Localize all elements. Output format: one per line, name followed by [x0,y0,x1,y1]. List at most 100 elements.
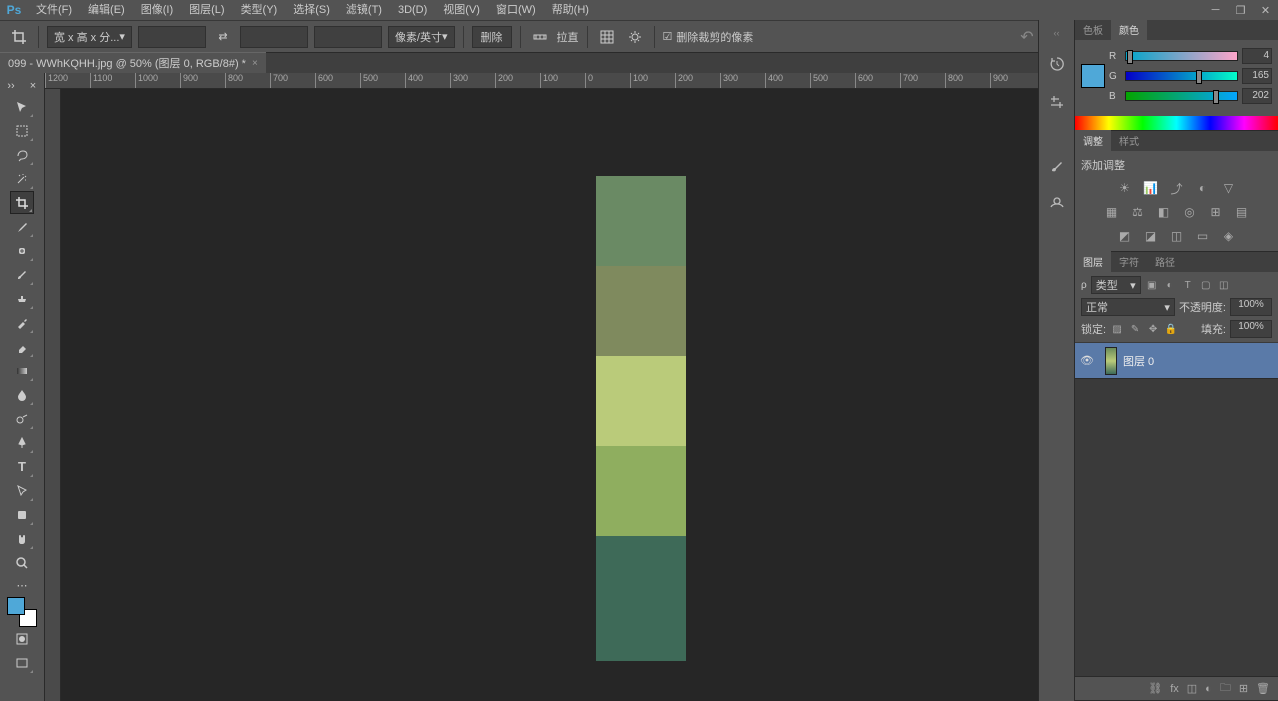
brush-tool[interactable] [10,263,34,286]
menu-type[interactable]: 类型(Y) [233,0,286,20]
clone-stamp-tool[interactable] [10,287,34,310]
shape-tool[interactable] [10,503,34,526]
b-value[interactable]: 202 [1242,88,1272,104]
brightness-icon[interactable]: ☀ [1115,179,1135,197]
link-layers-icon[interactable]: ⛓ [1148,682,1162,695]
curves-icon[interactable]: ⤴ [1167,179,1187,197]
menu-image[interactable]: 图像(I) [133,0,181,20]
maximize-button[interactable]: ❐ [1228,0,1253,20]
threshold-icon[interactable]: ◫ [1167,227,1187,245]
overlay-options-icon[interactable] [596,26,618,48]
tool-tabs-right[interactable]: × [22,77,44,95]
magic-wand-tool[interactable] [10,167,34,190]
layer-thumbnail[interactable] [1105,347,1117,375]
vibrance-icon[interactable]: ▽ [1219,179,1239,197]
lock-position-icon[interactable]: ✥ [1146,322,1160,336]
color-swatches[interactable] [7,597,37,627]
g-value[interactable]: 165 [1242,68,1272,84]
foreground-color[interactable] [7,597,25,615]
menu-view[interactable]: 视图(V) [435,0,488,20]
swap-dimensions-icon[interactable]: ⇄ [212,26,234,48]
fill-input[interactable]: 100% [1230,320,1272,338]
clear-button[interactable]: 删除 [472,26,512,48]
filter-adjustment-icon[interactable]: ◐ [1163,278,1177,292]
eyedropper-tool[interactable] [10,215,34,238]
menu-edit[interactable]: 编辑(E) [80,0,133,20]
lock-all-icon[interactable]: 🔒 [1164,322,1178,336]
visibility-toggle[interactable]: 👁 [1075,354,1099,367]
layer-group-icon[interactable]: 🗀 [1220,679,1231,698]
edit-toolbar-icon[interactable]: ⋯ [10,578,34,592]
exposure-icon[interactable]: ◐ [1193,179,1213,197]
dodge-tool[interactable] [10,407,34,430]
blend-mode-dropdown[interactable]: 正常▾ [1081,298,1175,316]
eraser-tool[interactable] [10,335,34,358]
styles-tab[interactable]: 样式 [1111,130,1147,151]
resolution-unit-dropdown[interactable]: 像素/英寸▾ [388,26,455,48]
marquee-tool[interactable] [10,119,34,142]
lock-pixels-icon[interactable]: ✎ [1128,322,1142,336]
color-lookup-icon[interactable]: ▤ [1232,203,1252,221]
crop-tool-icon[interactable] [8,26,30,48]
adjustment-layer-icon[interactable]: ◐ [1205,683,1212,695]
adjustments-tab[interactable]: 调整 [1075,130,1111,151]
filter-smart-icon[interactable]: ◫ [1217,278,1231,292]
new-layer-icon[interactable]: ⊞ [1239,682,1248,695]
type-tool[interactable]: T [10,455,34,478]
bw-icon[interactable]: ◧ [1154,203,1174,221]
path-selection-tool[interactable] [10,479,34,502]
crop-preset-dropdown[interactable]: 宽 x 高 x 分...▾ [47,26,132,48]
zoom-tool[interactable] [10,551,34,574]
pen-tool[interactable] [10,431,34,454]
invert-icon[interactable]: ◩ [1115,227,1135,245]
hue-icon[interactable]: ▦ [1102,203,1122,221]
color-spectrum[interactable] [1075,116,1278,130]
layer-row[interactable]: 👁 图层 0 [1075,343,1278,379]
menu-filter[interactable]: 滤镜(T) [338,0,390,20]
close-button[interactable]: ✕ [1253,0,1278,20]
menu-select[interactable]: 选择(S) [285,0,338,20]
r-value[interactable]: 4 [1242,48,1272,64]
b-slider[interactable] [1125,91,1238,101]
layer-name[interactable]: 图层 0 [1123,353,1154,369]
crop-resolution-input[interactable] [314,26,382,48]
filter-type-icon[interactable]: T [1181,278,1195,292]
layers-tab[interactable]: 图层 [1075,251,1111,272]
menu-help[interactable]: 帮助(H) [544,0,597,20]
healing-brush-tool[interactable] [10,239,34,262]
lock-transparent-icon[interactable]: ▨ [1110,322,1124,336]
opacity-input[interactable]: 100% [1230,298,1272,316]
history-brush-tool[interactable] [10,311,34,334]
brush-panel-icon[interactable] [1045,154,1069,178]
color-balance-icon[interactable]: ⚖ [1128,203,1148,221]
straighten-icon[interactable] [529,26,551,48]
menu-file[interactable]: 文件(F) [28,0,80,20]
screen-mode-icon[interactable] [10,651,34,674]
r-slider[interactable] [1125,51,1238,61]
minimize-button[interactable]: ─ [1203,0,1228,20]
filter-shape-icon[interactable]: ▢ [1199,278,1213,292]
blur-tool[interactable] [10,383,34,406]
close-tab-icon[interactable]: × [252,58,258,69]
filter-pixel-icon[interactable]: ▣ [1145,278,1159,292]
photo-filter-icon[interactable]: ◎ [1180,203,1200,221]
history-panel-icon[interactable] [1045,52,1069,76]
gradient-tool[interactable] [10,359,34,382]
swatches-tab[interactable]: 色板 [1075,19,1111,40]
reset-icon[interactable]: ↶ [1016,26,1038,48]
crop-height-input[interactable] [240,26,308,48]
lasso-tool[interactable] [10,143,34,166]
crop-tool[interactable] [10,191,34,214]
canvas[interactable] [61,89,1038,701]
paths-tab[interactable]: 路径 [1147,251,1183,272]
hand-tool[interactable] [10,527,34,550]
crop-width-input[interactable] [138,26,206,48]
color-tab[interactable]: 颜色 [1111,19,1147,40]
crop-settings-icon[interactable] [624,26,646,48]
document-tab[interactable]: 099 - WWhKQHH.jpg @ 50% (图层 0, RGB/8#) *… [0,52,266,73]
tool-tabs-left[interactable]: ›› [0,77,22,95]
move-tool[interactable] [10,95,34,118]
properties-panel-icon[interactable] [1045,90,1069,114]
color-preview[interactable] [1081,64,1105,88]
menu-window[interactable]: 窗口(W) [488,0,544,20]
